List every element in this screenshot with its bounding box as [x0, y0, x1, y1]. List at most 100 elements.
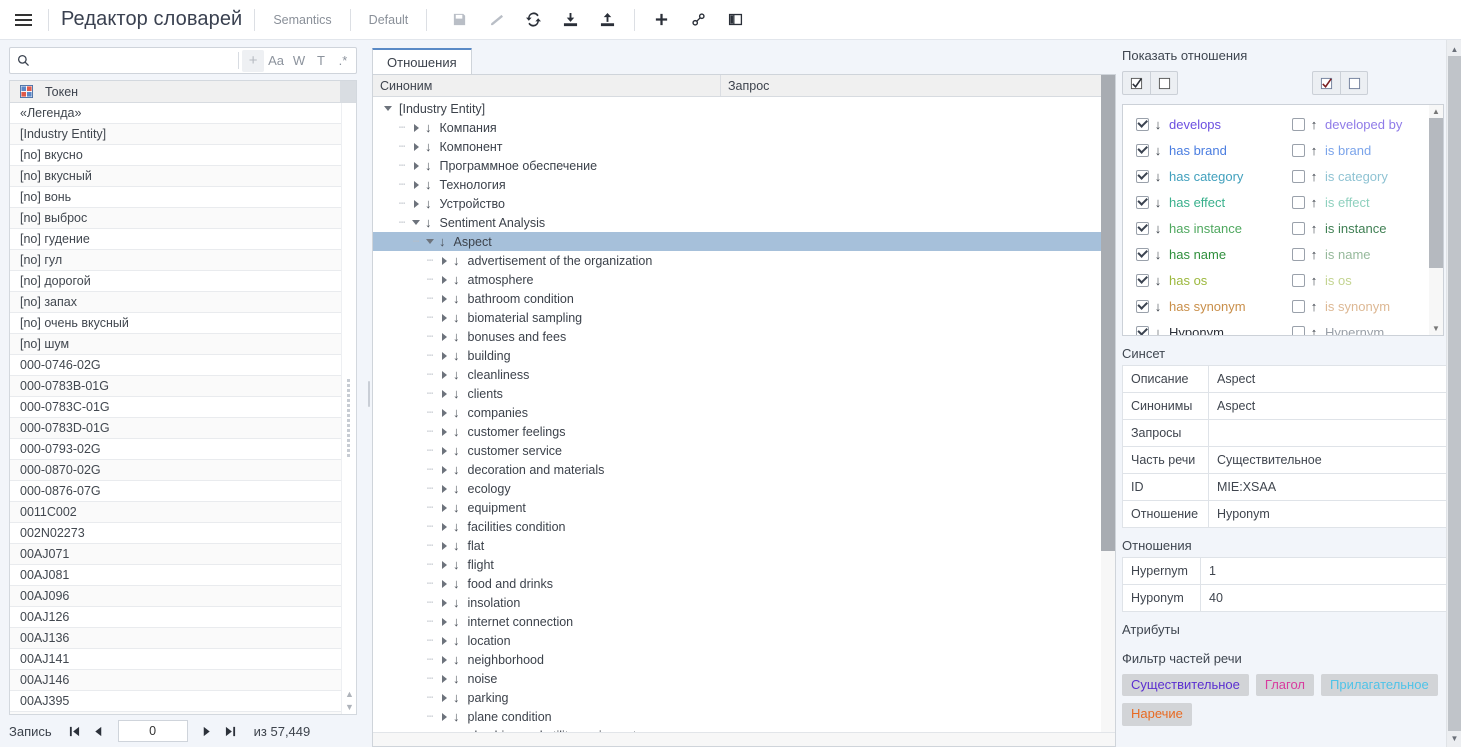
relation-reverse-checkbox[interactable] [1292, 195, 1305, 209]
eraser-icon[interactable] [478, 4, 515, 36]
pager-last-button[interactable] [220, 720, 242, 742]
relation-forward-label[interactable]: has name [1167, 247, 1226, 262]
pager-prev-button[interactable] [88, 720, 110, 742]
relation-reverse-label[interactable]: is instance [1323, 221, 1386, 236]
token-list-item[interactable]: 00AJ081 [10, 565, 356, 586]
token-list-scrollbar[interactable]: ▲ ▼ [341, 103, 356, 714]
chevron-right-icon[interactable] [437, 313, 451, 322]
search-add-icon[interactable]: + [242, 49, 265, 72]
semantics-selector[interactable]: Semantics [263, 13, 341, 27]
token-list-item[interactable]: [no] гудение [10, 229, 356, 250]
relation-reverse-checkbox[interactable] [1292, 299, 1305, 313]
chevron-right-icon[interactable] [437, 294, 451, 303]
tree-node[interactable]: ┄ ↓ biomaterial sampling [373, 308, 1115, 327]
relation-reverse-label[interactable]: is name [1323, 247, 1371, 262]
tree-node[interactable]: ┄ ↓ ecology [373, 479, 1115, 498]
relation-forward-checkbox[interactable] [1136, 143, 1149, 157]
chevron-right-icon[interactable] [437, 389, 451, 398]
tree-node[interactable]: ┄ ↓ clients [373, 384, 1115, 403]
refresh-icon[interactable] [515, 4, 552, 36]
scroll-thumb[interactable] [1101, 75, 1115, 551]
pager-first-button[interactable] [64, 720, 86, 742]
relation-reverse-label[interactable]: is os [1323, 273, 1352, 288]
token-list-item[interactable]: [no] гул [10, 250, 356, 271]
token-list-item[interactable]: [no] шум [10, 334, 356, 355]
pos-filter-tag[interactable]: Наречие [1122, 703, 1192, 726]
panel-icon[interactable] [717, 4, 754, 36]
token-list-item[interactable]: 000-0870-02G [10, 460, 356, 481]
tree-node[interactable]: ┄ ↓ companies [373, 403, 1115, 422]
relation-reverse-label[interactable]: Hypernym [1323, 325, 1384, 336]
relation-reverse-checkbox[interactable] [1292, 247, 1305, 261]
relation-reverse-checkbox[interactable] [1292, 117, 1305, 131]
relations-scrollbar[interactable]: ▲ ▼ [1429, 105, 1443, 335]
property-value[interactable]: Aspect [1208, 365, 1449, 393]
check-all-forward-button[interactable] [1123, 72, 1150, 94]
property-value[interactable]: Hyponym [1208, 500, 1449, 528]
chevron-down-icon[interactable] [423, 239, 437, 244]
tree-node[interactable]: ┄ ↓ Sentiment Analysis [373, 213, 1115, 232]
property-value[interactable]: 1 [1200, 557, 1449, 585]
property-value[interactable]: MIE:XSAA [1208, 473, 1449, 501]
relation-forward-label[interactable]: has effect [1167, 195, 1225, 210]
tree-node[interactable]: ┄ ↓ building [373, 346, 1115, 365]
token-list-item[interactable]: 00AJ096 [10, 586, 356, 607]
relation-reverse-label[interactable]: is brand [1323, 143, 1371, 158]
token-list-item[interactable]: 000-0783D-01G [10, 418, 356, 439]
chevron-right-icon[interactable] [437, 712, 451, 721]
relation-forward-label[interactable]: has brand [1167, 143, 1227, 158]
relation-forward-checkbox[interactable] [1136, 247, 1149, 261]
relation-reverse-checkbox[interactable] [1292, 221, 1305, 235]
chevron-right-icon[interactable] [437, 332, 451, 341]
tree-node[interactable]: ┄ ↓ facilities condition [373, 517, 1115, 536]
token-list-item[interactable]: [no] выброс [10, 208, 356, 229]
tree-node[interactable]: ┄ ↓ Компонент [373, 137, 1115, 156]
plus-icon[interactable] [643, 4, 680, 36]
relation-reverse-label[interactable]: developed by [1323, 117, 1402, 132]
relation-forward-checkbox[interactable] [1136, 221, 1149, 235]
token-list-item[interactable]: 002N02273 [10, 523, 356, 544]
tree-node[interactable]: ┄ ↓ equipment [373, 498, 1115, 517]
chevron-right-icon[interactable] [437, 408, 451, 417]
token-list-item[interactable]: [no] вкусно [10, 145, 356, 166]
whole-word-toggle[interactable]: W [288, 50, 310, 72]
regex-toggle[interactable]: .* [332, 50, 354, 72]
relation-forward-label[interactable]: has instance [1167, 221, 1242, 236]
token-list[interactable]: «Легенда» [Industry Entity] [no] вкусно [no… [10, 103, 356, 714]
chevron-right-icon[interactable] [437, 693, 451, 702]
tree-node[interactable]: ┄ ↓ advertisement of the organization [373, 251, 1115, 270]
token-list-item[interactable]: 000-0876-07G [10, 481, 356, 502]
scroll-up-icon[interactable]: ▲ [1447, 42, 1461, 56]
token-list-item[interactable]: [no] вонь [10, 187, 356, 208]
chevron-right-icon[interactable] [437, 275, 451, 284]
token-list-item[interactable]: [Industry Entity] [10, 124, 356, 145]
relation-forward-checkbox[interactable] [1136, 195, 1149, 209]
token-list-item[interactable]: 00AJ141 [10, 649, 356, 670]
pos-filter-tag[interactable]: Глагол [1255, 674, 1315, 697]
token-list-item[interactable]: 00AJ395 [10, 691, 356, 712]
pager-next-button[interactable] [196, 720, 218, 742]
tab-relations[interactable]: Отношения [372, 48, 472, 74]
hamburger-menu-icon[interactable] [6, 3, 40, 37]
scroll-down-icon[interactable]: ▼ [1429, 322, 1443, 335]
tree-node[interactable]: ┄ ↓ neighborhood [373, 650, 1115, 669]
relation-reverse-label[interactable]: is effect [1323, 195, 1370, 210]
relation-forward-label[interactable]: develops [1167, 117, 1221, 132]
chevron-right-icon[interactable] [437, 370, 451, 379]
chevron-right-icon[interactable] [437, 256, 451, 265]
scroll-thumb[interactable] [1429, 118, 1443, 268]
right-panel-scrollbar[interactable]: ▲ ▼ [1446, 40, 1461, 747]
token-list-item[interactable]: [no] вкусный [10, 166, 356, 187]
property-value[interactable]: Aspect [1208, 392, 1449, 420]
scroll-down-icon[interactable]: ▼ [1447, 731, 1461, 745]
chevron-right-icon[interactable] [437, 465, 451, 474]
chevron-right-icon[interactable] [437, 446, 451, 455]
download-icon[interactable] [552, 4, 589, 36]
chevron-right-icon[interactable] [437, 579, 451, 588]
pager-input[interactable] [117, 720, 188, 742]
search-box[interactable]: + Aa W T .* [9, 47, 357, 74]
profile-selector[interactable]: Default [359, 13, 419, 27]
tree-node[interactable]: ┄ ↓ bathroom condition [373, 289, 1115, 308]
chevron-right-icon[interactable] [409, 142, 423, 151]
tree-node[interactable]: ┄ ↓ customer feelings [373, 422, 1115, 441]
